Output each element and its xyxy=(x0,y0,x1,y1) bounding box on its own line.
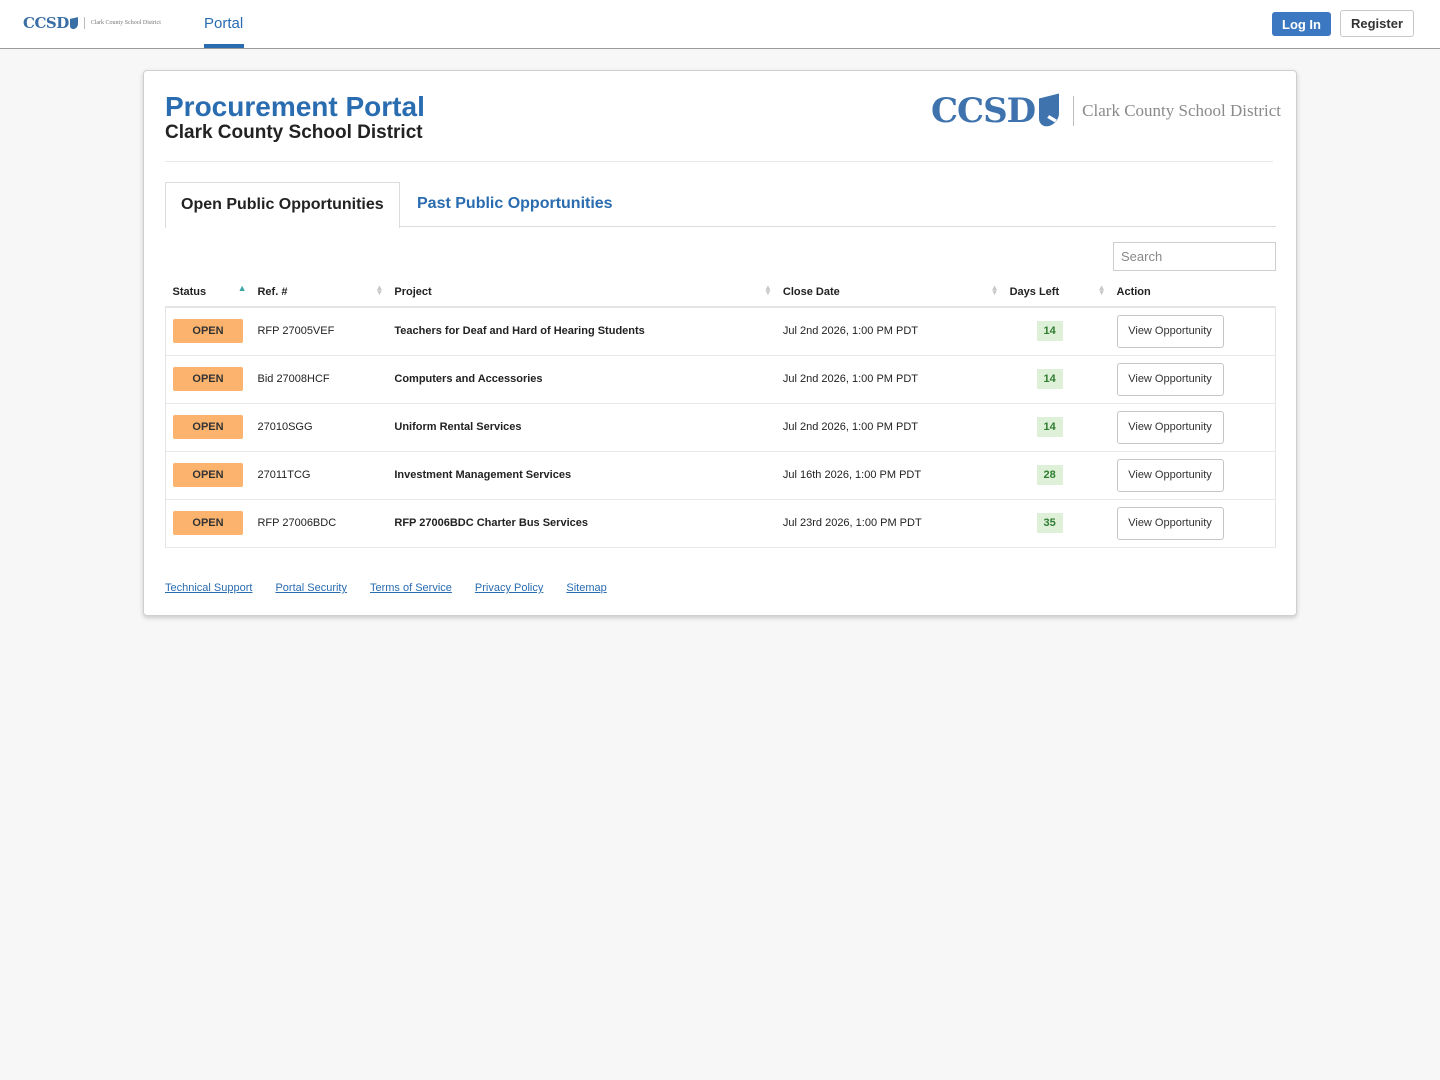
page-title: Procurement Portal xyxy=(165,91,425,122)
header-divider xyxy=(165,161,1273,162)
sort-icon: ▲ ▼ xyxy=(763,283,772,297)
project-cell: Computers and Accessories xyxy=(387,355,776,404)
close-date-cell: Jul 2nd 2026, 1:00 PM PDT xyxy=(775,355,1003,404)
days-left-cell: 28 xyxy=(1002,451,1110,500)
sort-icon: ▲ ▼ xyxy=(1097,283,1106,297)
column-header-label: Days Left xyxy=(1009,285,1060,298)
column-header-label: Project xyxy=(394,285,432,298)
column-header-close-date[interactable]: Close Date ▲ ▼ xyxy=(775,277,1003,308)
logo-mark: CCSD xyxy=(23,14,69,32)
days-left-cell: 14 xyxy=(1002,355,1110,404)
status-cell: OPEN xyxy=(165,499,251,548)
shield-icon xyxy=(69,16,78,30)
footer-links: Technical Support Portal Security Terms … xyxy=(165,582,630,594)
column-header-project[interactable]: Project ▲ ▼ xyxy=(387,277,776,308)
district-logo-name: Clark County School District xyxy=(1082,101,1281,120)
table-row: OPEN RFP 27006BDC RFP 27006BDC Charter B… xyxy=(165,499,1276,548)
project-cell: Uniform Rental Services xyxy=(387,403,776,452)
table-row: OPEN 27011TCG Investment Management Serv… xyxy=(165,451,1276,500)
ref-cell: 27011TCG xyxy=(250,451,388,500)
portal-card: Procurement Portal Clark County School D… xyxy=(143,70,1297,616)
table-row: OPEN Bid 27008HCF Computers and Accessor… xyxy=(165,355,1276,404)
status-badge: OPEN xyxy=(173,463,243,487)
status-badge: OPEN xyxy=(173,511,243,535)
days-left-badge: 28 xyxy=(1036,465,1063,485)
footer-link-privacy-policy[interactable]: Privacy Policy xyxy=(475,582,543,594)
ref-cell: RFP 27006BDC xyxy=(250,499,388,548)
column-header-label: Action xyxy=(1116,285,1151,298)
status-cell: OPEN xyxy=(165,355,251,404)
status-cell: OPEN xyxy=(165,451,251,500)
district-logo-separator xyxy=(1073,96,1075,126)
district-logo-mark: CCSD xyxy=(931,91,1036,131)
ref-cell: Bid 27008HCF xyxy=(250,355,388,404)
tab-open-opportunities[interactable]: Open Public Opportunities xyxy=(165,182,400,228)
top-navbar: CCSD Clark County School District Portal… xyxy=(0,0,1440,49)
table-header-row: Status ▲ Ref. # ▲ ▼ Project ▲ ▼ Close Date… xyxy=(165,277,1276,308)
sort-ascending-icon: ▲ xyxy=(237,283,247,293)
view-opportunity-button[interactable]: View Opportunity xyxy=(1116,362,1224,396)
column-header-days-left[interactable]: Days Left ▲ ▼ xyxy=(1002,277,1110,308)
logo-district-name: Clark County School District xyxy=(90,20,161,26)
days-left-badge: 14 xyxy=(1036,417,1063,437)
footer-link-sitemap[interactable]: Sitemap xyxy=(566,582,606,594)
footer-link-portal-security[interactable]: Portal Security xyxy=(275,582,347,594)
close-date-cell: Jul 2nd 2026, 1:00 PM PDT xyxy=(775,403,1003,452)
opportunities-table: Status ▲ Ref. # ▲ ▼ Project ▲ ▼ Close Date… xyxy=(165,277,1276,548)
project-cell: RFP 27006BDC Charter Bus Services xyxy=(387,499,776,548)
status-badge: OPEN xyxy=(173,415,243,439)
days-left-badge: 14 xyxy=(1036,321,1063,342)
action-cell: View Opportunity xyxy=(1109,451,1276,500)
close-date-cell: Jul 2nd 2026, 1:00 PM PDT xyxy=(775,307,1003,356)
view-opportunity-button[interactable]: View Opportunity xyxy=(1116,314,1224,348)
table-row: OPEN 27010SGG Uniform Rental Services Ju… xyxy=(165,403,1276,452)
days-left-badge: 14 xyxy=(1036,369,1063,389)
ref-cell: RFP 27005VEF xyxy=(250,307,388,356)
days-left-cell: 35 xyxy=(1002,499,1110,548)
footer-link-technical-support[interactable]: Technical Support xyxy=(165,582,252,594)
table-row: OPEN RFP 27005VEF Teachers for Deaf and … xyxy=(165,307,1276,356)
view-opportunity-button[interactable]: View Opportunity xyxy=(1116,506,1224,540)
login-button[interactable]: Log In xyxy=(1272,12,1331,36)
action-cell: View Opportunity xyxy=(1109,355,1276,404)
sort-icon: ▲ ▼ xyxy=(990,283,999,297)
column-header-label: Status xyxy=(172,285,207,298)
project-cell: Investment Management Services xyxy=(387,451,776,500)
column-header-label: Ref. # xyxy=(257,285,288,298)
district-logo: CCSD Clark County School District xyxy=(931,91,1281,131)
register-button[interactable]: Register xyxy=(1340,10,1414,37)
close-date-cell: Jul 23rd 2026, 1:00 PM PDT xyxy=(775,499,1003,548)
tab-past-opportunities[interactable]: Past Public Opportunities xyxy=(417,195,613,213)
action-cell: View Opportunity xyxy=(1109,403,1276,452)
ccsd-logo[interactable]: CCSD Clark County School District xyxy=(23,14,161,32)
column-header-status[interactable]: Status ▲ xyxy=(165,277,251,308)
action-cell: View Opportunity xyxy=(1109,307,1276,356)
column-header-action: Action xyxy=(1109,277,1276,308)
close-date-cell: Jul 16th 2026, 1:00 PM PDT xyxy=(775,451,1003,500)
nevada-shield-icon xyxy=(1039,93,1060,129)
logo-separator xyxy=(83,17,85,29)
search-input[interactable] xyxy=(1113,242,1276,271)
sort-icon: ▲ ▼ xyxy=(375,283,384,297)
page-subtitle: Clark County School District xyxy=(165,122,423,143)
days-left-cell: 14 xyxy=(1002,403,1110,452)
action-cell: View Opportunity xyxy=(1109,499,1276,548)
days-left-badge: 35 xyxy=(1036,513,1063,533)
days-left-cell: 14 xyxy=(1002,307,1110,356)
status-badge: OPEN xyxy=(173,319,243,344)
active-tab-indicator xyxy=(204,44,244,48)
footer-link-terms-of-service[interactable]: Terms of Service xyxy=(370,582,452,594)
view-opportunity-button[interactable]: View Opportunity xyxy=(1116,410,1224,444)
column-header-ref[interactable]: Ref. # ▲ ▼ xyxy=(250,277,388,308)
status-badge: OPEN xyxy=(173,367,243,391)
view-opportunity-button[interactable]: View Opportunity xyxy=(1116,458,1224,492)
ref-cell: 27010SGG xyxy=(250,403,388,452)
nav-tab-portal[interactable]: Portal xyxy=(204,15,243,32)
column-header-label: Close Date xyxy=(782,285,840,298)
status-cell: OPEN xyxy=(165,403,251,452)
status-cell: OPEN xyxy=(165,307,251,356)
project-cell: Teachers for Deaf and Hard of Hearing St… xyxy=(387,307,776,356)
